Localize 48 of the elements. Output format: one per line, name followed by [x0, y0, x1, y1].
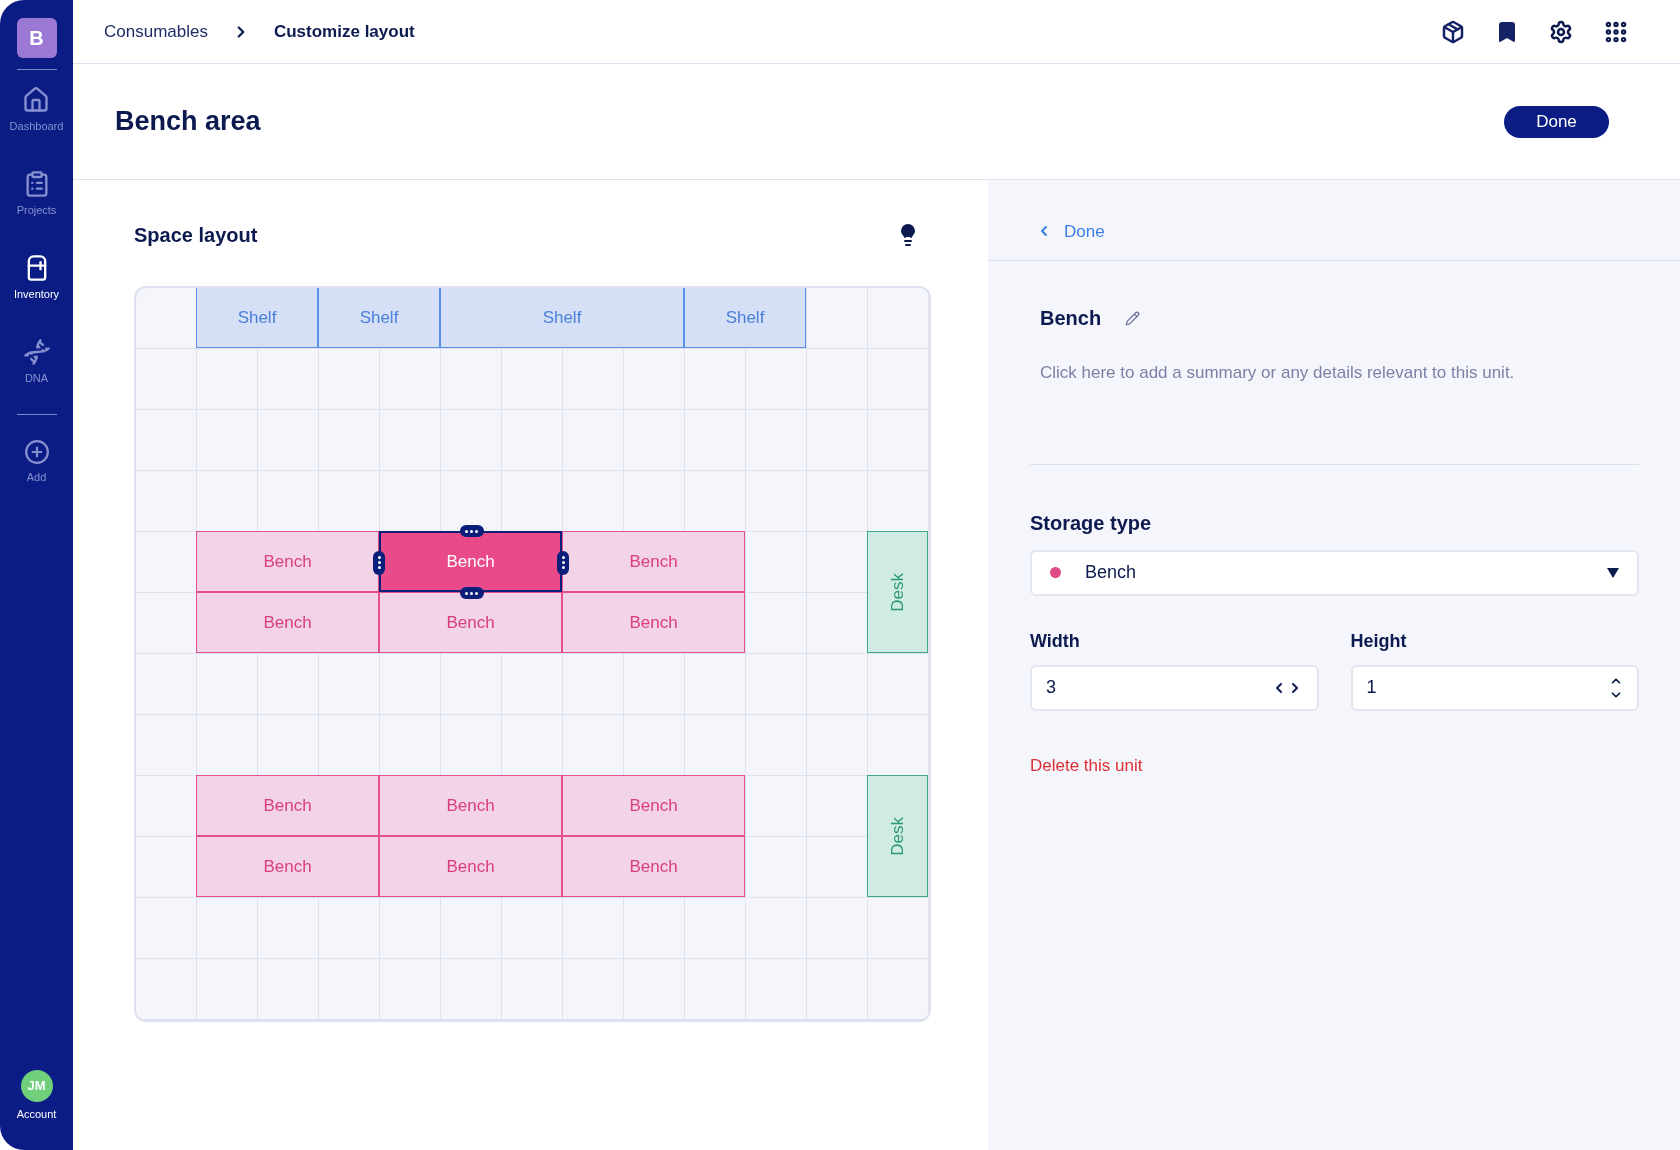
- bench-unit[interactable]: Bench: [196, 531, 379, 592]
- shelf-unit[interactable]: Shelf: [196, 288, 318, 348]
- bench-unit[interactable]: Bench: [379, 592, 562, 653]
- field-label: Storage type: [1030, 510, 1153, 536]
- nav-icon: [22, 86, 51, 114]
- bench-unit[interactable]: Bench: [196, 592, 379, 653]
- done-button[interactable]: Done: [1504, 105, 1609, 138]
- bench-unit[interactable]: Bench: [379, 531, 562, 592]
- bench-unit[interactable]: Bench: [196, 775, 379, 836]
- app-logo[interactable]: B: [16, 18, 57, 58]
- back-link[interactable]: Done: [1036, 218, 1105, 244]
- add-nav-item[interactable]: Add: [23, 439, 50, 486]
- nav-item[interactable]: DNA: [22, 338, 51, 422]
- box-icon[interactable]: [1441, 19, 1465, 44]
- resize-handle[interactable]: [459, 525, 484, 537]
- storage-type-select[interactable]: Bench: [1030, 549, 1639, 596]
- shelf-unit[interactable]: Shelf: [318, 288, 440, 348]
- bench-unit[interactable]: Bench: [196, 836, 379, 897]
- shelf-unit[interactable]: Shelf: [684, 288, 806, 348]
- nav-item[interactable]: Projects: [16, 170, 57, 254]
- width-input[interactable]: 3: [1030, 664, 1319, 711]
- breadcrumb-link[interactable]: Consumables: [104, 18, 208, 45]
- bench-unit[interactable]: Bench: [379, 836, 562, 897]
- field-label: Height: [1350, 629, 1408, 653]
- description-text[interactable]: Click here to add a summary or any details relevant to this unit.: [1030, 360, 1639, 386]
- nav-item[interactable]: Inventory: [13, 254, 60, 338]
- nav-icon: [22, 338, 51, 366]
- field-label: Width: [1030, 629, 1081, 653]
- account-nav-item[interactable]: JM Account: [16, 1069, 57, 1122]
- bench-unit[interactable]: Bench: [562, 775, 745, 836]
- dropdown-caret-icon: [1607, 567, 1619, 578]
- bench-unit[interactable]: Bench: [562, 531, 745, 592]
- bench-unit[interactable]: Bench: [562, 836, 745, 897]
- pencil-icon[interactable]: [1125, 310, 1141, 326]
- settings-icon[interactable]: [1549, 19, 1573, 44]
- avatar: JM: [20, 1069, 53, 1102]
- bench-unit[interactable]: Bench: [379, 775, 562, 836]
- nav-item[interactable]: Dashboard: [9, 86, 64, 170]
- desk-unit[interactable]: Desk: [867, 531, 928, 653]
- page-title: Bench area: [115, 105, 261, 139]
- section-title: Space layout: [134, 223, 258, 248]
- desk-unit[interactable]: Desk: [867, 775, 928, 897]
- shelf-unit[interactable]: Shelf: [440, 288, 684, 348]
- unit-name: Bench: [1040, 306, 1102, 331]
- plus-icon: [23, 439, 50, 465]
- delete-link[interactable]: Delete this unit: [1030, 752, 1639, 778]
- height-input[interactable]: 1: [1350, 664, 1639, 711]
- bench-unit[interactable]: Bench: [562, 592, 745, 653]
